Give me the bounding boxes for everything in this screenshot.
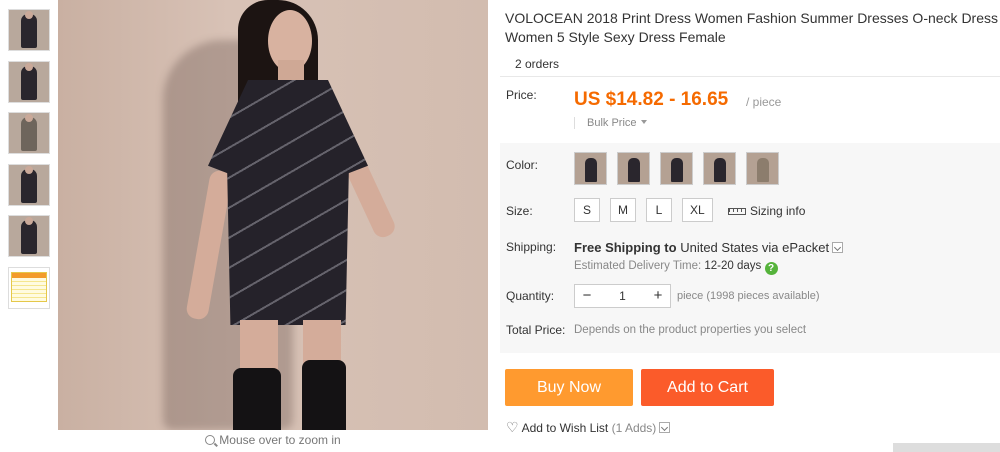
product-title: VOLOCEAN 2018 Print Dress Women Fashion … [505,10,999,45]
thumbnail-4[interactable] [8,163,50,206]
shipping-info: Free Shipping to United States via ePack… [574,240,844,255]
sizing-info-link[interactable]: Sizing info [728,204,805,218]
thumbnail-5[interactable] [8,215,50,257]
quantity-availability: piece (1998 pieces available) [677,290,820,302]
main-product-image[interactable] [58,0,488,430]
color-swatch-1[interactable] [574,152,607,185]
shipping-dropdown-icon[interactable] [832,242,844,253]
shipping-destination[interactable]: United States via ePacket [680,240,829,255]
color-label: Color: [506,158,539,172]
price-unit: / piece [746,95,782,109]
heart-icon: ♡ [506,419,519,435]
size-option-m[interactable]: M [610,198,636,222]
quantity-increase-button[interactable]: + [646,285,670,307]
divider [500,76,1000,77]
caret-down-icon [640,120,647,124]
color-swatch-3[interactable] [660,152,693,185]
color-swatch-2[interactable] [617,152,650,185]
sizing-info-text: Sizing info [750,204,806,218]
price-label: Price: [506,88,537,102]
size-label: Size: [506,204,533,218]
shipping-to-text: to [664,240,677,255]
wishlist-dropdown-icon[interactable] [659,422,671,433]
total-price-label: Total Price: [506,323,566,337]
price-value: US $14.82 - 16.65 [574,89,729,110]
color-swatch-5[interactable] [746,152,779,185]
free-shipping-text: Free Shipping [574,240,661,255]
size-options: S M L XL [574,198,713,222]
product-info: VOLOCEAN 2018 Print Dress Women Fashion … [505,9,1000,71]
quantity-input[interactable] [599,285,646,307]
zoom-hint: Mouse over to zoom in [58,433,488,447]
magnifier-icon [205,435,216,445]
thumbnail-2[interactable] [8,60,50,103]
thumbnail-size-chart[interactable] [8,266,50,309]
thumbnail-strip [8,9,50,318]
ruler-icon [728,208,746,215]
buy-now-button[interactable]: Buy Now [505,369,633,406]
quantity-decrease-button[interactable]: − [575,285,599,307]
wishlist-count: (1 Adds) [611,421,657,435]
order-count: 2 orders [515,57,560,71]
quantity-label: Quantity: [506,289,555,303]
size-option-xl[interactable]: XL [682,198,713,222]
delivery-time: Estimated Delivery Time: 12-20 days ? [574,260,778,275]
color-swatches [574,152,779,185]
add-to-cart-button[interactable]: Add to Cart [641,369,774,406]
bulk-price-label: Bulk Price [587,117,637,129]
size-option-l[interactable]: L [646,198,672,222]
scroll-bar [893,443,1000,452]
shipping-label: Shipping: [506,240,557,254]
delivery-label: Estimated Delivery Time: [574,260,702,272]
size-option-s[interactable]: S [574,198,600,222]
total-price-note: Depends on the product properties you se… [574,324,807,336]
wishlist-label: Add to Wish List [521,421,609,435]
zoom-hint-text: Mouse over to zoom in [219,433,341,447]
color-swatch-4[interactable] [703,152,736,185]
thumbnail-1[interactable] [8,9,50,51]
bulk-price-dropdown[interactable]: Bulk Price [574,117,647,129]
add-to-wishlist[interactable]: ♡ Add to Wish List (1 Adds) [506,419,671,436]
thumbnail-3[interactable] [8,112,50,154]
delivery-days: 12-20 days [704,260,762,272]
help-icon[interactable]: ? [764,262,778,275]
quantity-stepper: − + [574,284,671,308]
